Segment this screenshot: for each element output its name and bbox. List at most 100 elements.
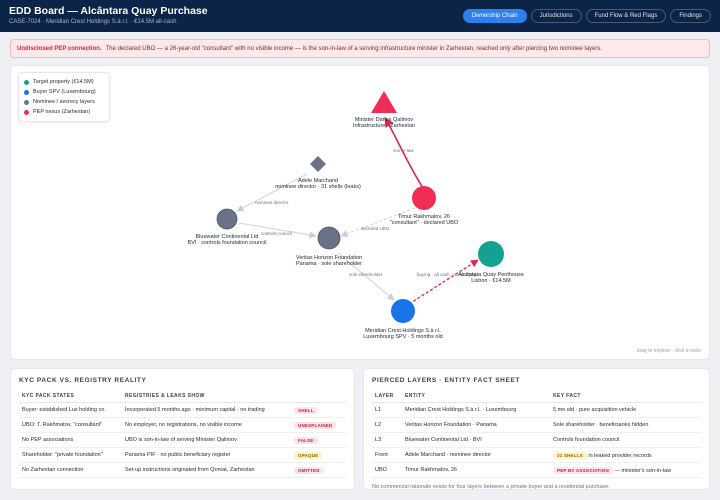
edge-label-controls-council: controls council [261, 231, 292, 236]
fact-cell: 31 SHELLS in leaked provider records [550, 447, 701, 463]
node-minister-role: Infrastructure · Zarhestan [353, 123, 415, 129]
bluewater-circle [216, 208, 238, 230]
fact-text: in leaked provider records [588, 452, 652, 459]
fact-cell: Sole shareholder · beneficiaries hidden [550, 417, 701, 433]
pep-triangle-icon [371, 91, 397, 113]
legend-label: Nominee / secrecy layers [33, 99, 95, 105]
ownership-graph-panel[interactable]: son-in-law nominee director controls cou… [10, 65, 710, 360]
layers-col-entity: ENTITY [402, 390, 550, 403]
table-row: UBO Timur Rakhmatov, 26 PEP BY ASSOCIATI… [372, 462, 701, 478]
tab-bar: Ownership Chain Jurisdictions Fund Flow … [462, 9, 711, 23]
kyc-states-cell: Shareholder: "private foundation" [19, 447, 122, 463]
pep-badge: PEP BY ASSOCIATION [553, 466, 613, 474]
kyc-states-cell: UBO: T. Rakhmatov, "consultant" [19, 417, 122, 433]
kyc-states-cell: No PEP associations [19, 432, 122, 448]
tab-ownership-chain[interactable]: Ownership Chain [462, 9, 527, 23]
table-row: No Zarhestan connection Set-up instructi… [19, 462, 346, 478]
fact-cell: 5 mo old · pure acquisition vehicle [550, 402, 701, 418]
layers-header-row: LAYER ENTITY KEY FACT [372, 390, 701, 403]
top-bar: EDD Board — Alcântara Quay Purchase CASE… [0, 0, 720, 32]
node-veritas[interactable]: Veritas Horizon Foundation Panama · sole… [296, 226, 362, 267]
legend-label: Target property (€14.5M) [33, 79, 94, 85]
kyc-vs-registry-card: KYC PACK VS. REGISTRY REALITY KYC PACK S… [10, 368, 355, 490]
legend-dot [24, 99, 29, 105]
fact-cell: PEP BY ASSOCIATION — minister's son-in-l… [550, 462, 701, 478]
table-row: Buyer: established Lux holding co. Incor… [19, 402, 346, 418]
node-bluewater[interactable]: Bluewater Continental Ltd BVI · controls… [188, 208, 267, 246]
node-meridian[interactable]: Meridian Crest Holdings S.à r.l. Luxembo… [363, 299, 443, 340]
layers-card-title: PIERCED LAYERS · ENTITY FACT SHEET [372, 377, 520, 384]
legend-dot [24, 109, 29, 115]
status-badge: OPAQUE [294, 451, 323, 459]
legend-item-nominee: Nominee / secrecy layers [24, 97, 104, 107]
table-row: L2 Veritas Horizon Foundation · Panama S… [372, 417, 701, 433]
timur-circle [412, 186, 436, 210]
node-meridian-role: Luxembourg SPV · 5 months old [363, 334, 443, 340]
tab-fund-flow-red-flags[interactable]: Fund Flow & Red Flags [585, 9, 667, 23]
ownership-graph[interactable]: son-in-law nominee director controls cou… [11, 66, 710, 360]
node-adele[interactable]: Adele Marchand nominee director · 31 she… [275, 156, 361, 190]
pep-alert-banner: Undisclosed PEP connection. The declared… [10, 39, 710, 58]
node-minister[interactable]: Minister Darius Qalimov Infrastructure ·… [353, 91, 415, 129]
edge-nominee-director [236, 173, 308, 212]
status-badge: OMITTED [294, 466, 324, 474]
edge-label-son-in-law: son-in-law [393, 148, 414, 153]
kyc-tag-cell: FALSE [291, 432, 346, 448]
kyc-col-states: KYC PACK STATES [19, 390, 122, 403]
entity-cell: Veritas Horizon Foundation · Panama [402, 417, 550, 433]
layer-cell: L3 [372, 432, 402, 448]
edge-label-sole-shareholder: sole shareholder [349, 272, 383, 277]
layer-cell: Front [372, 447, 402, 463]
table-row: L1 Meridian Crest Holdings S.à r.l. · Lu… [372, 402, 701, 418]
page-title: EDD Board — Alcântara Quay Purchase [9, 5, 208, 17]
edge-label-nominee-director: nominee director [255, 200, 289, 205]
layers-col-layer: LAYER [372, 390, 402, 403]
legend-dot [24, 79, 29, 85]
layer-cell: L2 [372, 417, 402, 433]
kyc-tag-cell: UNEXPLAINED [291, 417, 346, 433]
fact-text: Controls foundation council [553, 437, 620, 443]
kyc-header-row: KYC PACK STATES REGISTRIES & LEAKS SHOW [19, 390, 346, 403]
pierced-layers-card: PIERCED LAYERS · ENTITY FACT SHEET LAYER… [363, 368, 710, 490]
layers-col-fact: KEY FACT [550, 390, 701, 403]
legend-label: Buyer SPV (Luxembourg) [33, 89, 96, 95]
status-badge: SHELL [294, 406, 318, 414]
node-timur[interactable]: Timur Rakhmatov, 26 "consultant" · decla… [390, 186, 459, 226]
alert-lead: Undisclosed PEP connection. [17, 45, 102, 52]
shells-badge: 31 SHELLS [553, 451, 587, 459]
kyc-shows-cell: UBO is son-in-law of serving Minister Qa… [122, 432, 291, 448]
veritas-circle [317, 226, 341, 250]
graph-legend: Target property (€14.5M) Buyer SPV (Luxe… [18, 72, 110, 122]
node-penthouse-role: Lisbon · €14.5M [471, 278, 511, 284]
status-badge: UNEXPLAINED [294, 421, 337, 429]
tab-findings[interactable]: Findings [670, 9, 711, 23]
entity-cell: Meridian Crest Holdings S.à r.l. · Luxem… [402, 402, 550, 418]
legend-item-pep: PEP nexus (Zarhestan) [24, 107, 104, 117]
legend-dot [24, 89, 29, 95]
table-row: L3 Bluewater Continental Ltd · BVI Contr… [372, 432, 701, 448]
table-row: Front Adele Marchand · nominee director … [372, 447, 701, 463]
node-bluewater-role: BVI · controls foundation council [188, 240, 267, 246]
legend-item-target: Target property (€14.5M) [24, 77, 104, 87]
edge-buying [408, 259, 479, 305]
case-subtitle: CASE-7024 · Meridian Crest Holdings S.à … [9, 19, 177, 25]
kyc-col-tag [291, 390, 346, 403]
legend-label: PEP nexus (Zarhestan) [33, 109, 91, 115]
nominee-diamond-icon [310, 156, 326, 172]
node-timur-role: "consultant" · declared UBO [390, 220, 459, 226]
fact-cell: Controls foundation council [550, 432, 701, 448]
brand: EDD Board — Alcântara Quay Purchase CASE… [9, 5, 463, 27]
node-veritas-role: Panama · sole shareholder [296, 261, 362, 267]
fact-text: Sole shareholder · beneficiaries hidden [553, 422, 649, 428]
fact-text: 5 mo old · pure acquisition vehicle [553, 407, 637, 413]
tab-jurisdictions[interactable]: Jurisdictions [530, 9, 582, 23]
kyc-shows-cell: Panama PIF · no public beneficiary regis… [122, 447, 291, 463]
layers-table: LAYER ENTITY KEY FACT L1 Meridian Crest … [372, 390, 701, 478]
kyc-col-shows: REGISTRIES & LEAKS SHOW [122, 390, 291, 403]
kyc-shows-cell: Set-up instructions originated from Qorv… [122, 462, 291, 478]
node-penthouse[interactable]: Alcântara Quay Penthouse Lisbon · €14.5M [458, 241, 524, 284]
kyc-card-title: KYC PACK VS. REGISTRY REALITY [19, 377, 147, 384]
kyc-shows-cell: Incorporated 5 months ago · minimum capi… [122, 402, 291, 418]
entity-cell: Timur Rakhmatov, 26 [402, 462, 550, 478]
entity-cell: Bluewater Continental Ltd · BVI [402, 432, 550, 448]
